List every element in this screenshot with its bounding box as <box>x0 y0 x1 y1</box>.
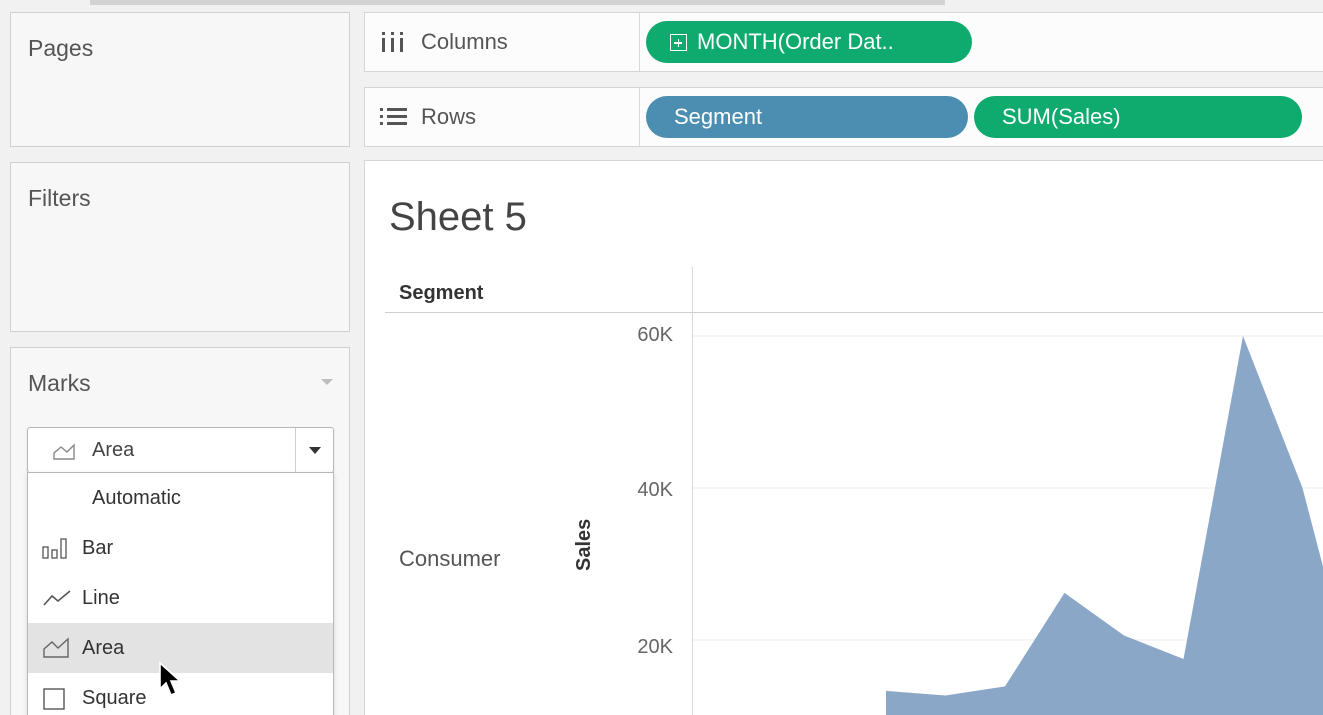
expand-plus-icon[interactable] <box>670 34 687 51</box>
menu-item-label: Line <box>82 587 120 609</box>
bar-icon <box>42 538 67 559</box>
mark-type-dropdown[interactable]: Area <box>27 427 334 473</box>
shelf-divider <box>639 13 640 71</box>
shelf-divider <box>639 88 640 146</box>
top-scroll-strip <box>90 0 945 5</box>
filters-card[interactable]: Filters <box>10 162 350 332</box>
marks-title: Marks <box>28 370 91 396</box>
rows-label: Rows <box>421 104 477 129</box>
pages-title: Pages <box>28 35 94 61</box>
filters-title: Filters <box>28 185 91 211</box>
pill-sum-sales[interactable]: SUM(Sales) <box>974 96 1302 138</box>
menu-item-label: Area <box>82 637 125 659</box>
menu-item-label: Automatic <box>92 487 181 509</box>
area-chart[interactable] <box>365 161 1323 715</box>
menu-item-line[interactable]: Line <box>28 573 333 623</box>
pill-label: MONTH(Order Dat.. <box>697 29 894 54</box>
area-icon <box>53 443 75 460</box>
pill-month-order-date[interactable]: MONTH(Order Dat.. <box>646 21 972 63</box>
data-point-7[interactable] <box>1300 485 1306 491</box>
chevron-down-icon <box>309 447 321 454</box>
data-point-6[interactable] <box>1240 333 1246 339</box>
view-canvas[interactable]: Sheet 5 Segment Consumer Sales 60K 40K 2… <box>364 160 1323 715</box>
menu-item-label: Square <box>82 687 147 709</box>
columns-icon <box>382 32 403 52</box>
marks-card: Marks Area Automatic Bar Line Area Squar… <box>10 347 350 715</box>
columns-label: Columns <box>421 29 508 54</box>
data-point-3[interactable] <box>1062 590 1068 596</box>
menu-item-label: Bar <box>82 537 114 559</box>
pages-card: Pages <box>10 12 350 147</box>
mark-type-selected-label: Area <box>92 439 135 461</box>
mouse-cursor-icon <box>159 661 183 697</box>
data-point-1[interactable] <box>943 692 949 698</box>
data-point-5[interactable] <box>1181 656 1187 662</box>
sales-area-series[interactable] <box>886 336 1323 715</box>
data-point-0[interactable] <box>883 688 889 694</box>
area-icon <box>43 637 69 658</box>
menu-item-bar[interactable]: Bar <box>28 523 333 573</box>
data-point-2[interactable] <box>1002 683 1008 689</box>
dropdown-toggle[interactable] <box>295 428 333 472</box>
rows-icon <box>380 108 407 125</box>
rows-shelf[interactable]: Rows Segment SUM(Sales) <box>364 87 1323 147</box>
menu-item-automatic[interactable]: Automatic <box>28 473 333 523</box>
columns-shelf[interactable]: Columns MONTH(Order Dat.. <box>364 12 1323 72</box>
line-icon <box>43 590 71 606</box>
marks-collapse-caret-icon[interactable] <box>321 379 333 385</box>
pill-label: Segment <box>674 104 763 129</box>
pill-label: SUM(Sales) <box>1002 104 1121 129</box>
pill-segment[interactable]: Segment <box>646 96 968 138</box>
square-icon <box>43 688 65 710</box>
data-point-4[interactable] <box>1121 632 1127 638</box>
